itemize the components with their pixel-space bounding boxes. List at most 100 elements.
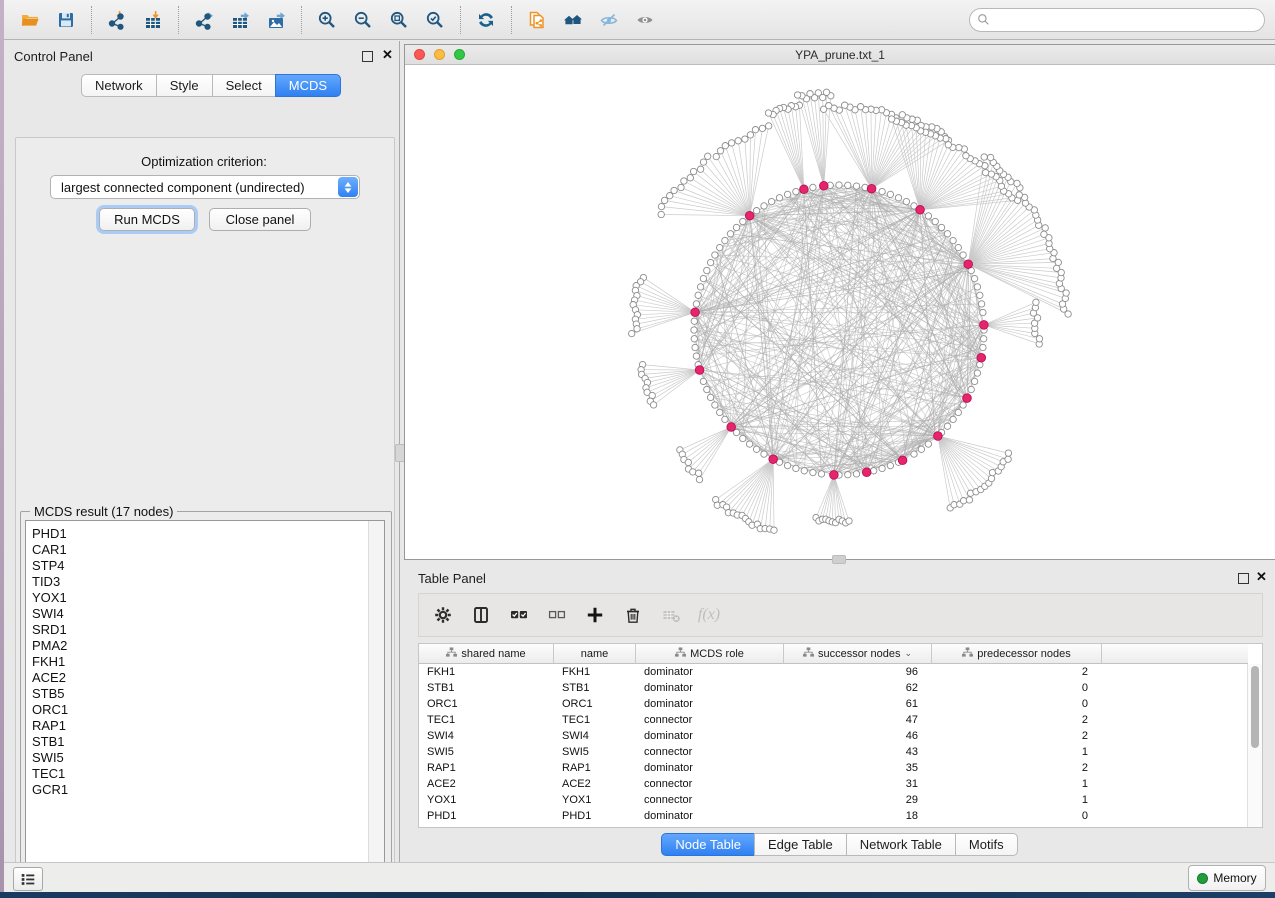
graph-node[interactable] xyxy=(842,102,848,108)
table-row[interactable]: RAP1RAP1dominator352 xyxy=(419,760,1248,776)
tab-network-table[interactable]: Network Table xyxy=(846,833,956,856)
graph-node[interactable] xyxy=(820,106,826,112)
cell[interactable]: TEC1 xyxy=(419,714,554,726)
cell[interactable]: YOX1 xyxy=(419,794,554,806)
table-row[interactable]: PHD1PHD1dominator180 xyxy=(419,808,1248,824)
window-splitter-grip[interactable] xyxy=(832,555,846,564)
graph-hub-node[interactable] xyxy=(977,353,986,362)
mcds-list-scrollbar[interactable] xyxy=(368,521,384,871)
float-panel-icon[interactable] xyxy=(362,51,373,62)
graph-node[interactable] xyxy=(1014,180,1020,186)
cell[interactable]: 43 xyxy=(784,746,932,758)
graph-node[interactable] xyxy=(722,237,728,243)
cell[interactable]: SWI4 xyxy=(554,730,636,742)
network-window-titlebar[interactable]: YPA_prune.txt_1 xyxy=(405,45,1275,65)
first-neighbors-icon[interactable] xyxy=(555,4,591,36)
cell[interactable]: TEC1 xyxy=(554,714,636,726)
graph-node[interactable] xyxy=(981,336,987,342)
graph-hub-node[interactable] xyxy=(934,432,943,441)
mcds-result-list[interactable]: PHD1CAR1STP4TID3YOX1SWI4SRD1PMA2FKH1ACE2… xyxy=(25,520,385,872)
graph-node[interactable] xyxy=(978,301,984,307)
graph-node[interactable] xyxy=(697,284,703,290)
cell[interactable]: ORC1 xyxy=(554,698,636,710)
graph-node[interactable] xyxy=(987,154,993,160)
graph-node[interactable] xyxy=(690,469,696,475)
table-options-gear-icon[interactable] xyxy=(429,599,457,631)
cell[interactable]: STB1 xyxy=(419,682,554,694)
cell[interactable]: connector xyxy=(636,778,784,790)
graph-node[interactable] xyxy=(925,213,931,219)
graph-node[interactable] xyxy=(747,132,753,138)
graph-node[interactable] xyxy=(784,191,790,197)
tab-network[interactable]: Network xyxy=(81,74,157,97)
graph-hub-node[interactable] xyxy=(898,456,907,465)
save-session-icon[interactable] xyxy=(48,4,84,36)
graph-node[interactable] xyxy=(982,169,988,175)
hide-selected-icon[interactable] xyxy=(591,4,627,36)
graph-node[interactable] xyxy=(707,394,713,400)
graph-node[interactable] xyxy=(818,471,824,477)
graph-node[interactable] xyxy=(903,198,909,204)
graph-node[interactable] xyxy=(971,378,977,384)
graph-node[interactable] xyxy=(871,468,877,474)
graph-node[interactable] xyxy=(981,154,987,160)
graph-node[interactable] xyxy=(717,244,723,250)
graph-node[interactable] xyxy=(1053,265,1059,271)
tab-select[interactable]: Select xyxy=(212,74,276,97)
table-row[interactable]: YOX1YOX1connector291 xyxy=(419,792,1248,808)
cell[interactable]: YOX1 xyxy=(554,794,636,806)
cell[interactable]: 2 xyxy=(932,730,1102,742)
graph-node[interactable] xyxy=(728,140,734,146)
graph-node[interactable] xyxy=(692,344,698,350)
graph-node[interactable] xyxy=(1036,336,1042,342)
cell[interactable]: RAP1 xyxy=(554,762,636,774)
graph-node[interactable] xyxy=(691,327,697,333)
graph-node[interactable] xyxy=(650,402,656,408)
cell[interactable]: 62 xyxy=(784,682,932,694)
graph-node[interactable] xyxy=(960,402,966,408)
graph-node[interactable] xyxy=(661,197,667,203)
graph-node[interactable] xyxy=(944,423,950,429)
cell[interactable]: ACE2 xyxy=(554,778,636,790)
graph-node[interactable] xyxy=(713,153,719,159)
zoom-fit-icon[interactable] xyxy=(381,4,417,36)
graph-node[interactable] xyxy=(707,259,713,265)
cell[interactable]: 1 xyxy=(932,794,1102,806)
open-session-icon[interactable] xyxy=(12,4,48,36)
cell[interactable]: dominator xyxy=(636,810,784,822)
search-input[interactable] xyxy=(969,8,1265,32)
graph-hub-node[interactable] xyxy=(820,182,829,191)
cell[interactable]: dominator xyxy=(636,698,784,710)
graph-node[interactable] xyxy=(690,168,696,174)
graph-node[interactable] xyxy=(759,125,765,131)
graph-node[interactable] xyxy=(695,292,701,298)
cell[interactable]: RAP1 xyxy=(419,762,554,774)
criterion-dropdown[interactable]: largest connected component (undirected) xyxy=(50,175,360,199)
zoom-in-icon[interactable] xyxy=(309,4,345,36)
cell[interactable]: PHD1 xyxy=(554,810,636,822)
tab-mcds[interactable]: MCDS xyxy=(275,74,341,97)
graph-node[interactable] xyxy=(727,231,733,237)
graph-node[interactable] xyxy=(845,182,851,188)
clone-network-icon[interactable] xyxy=(519,4,555,36)
cell[interactable]: dominator xyxy=(636,762,784,774)
graph-node[interactable] xyxy=(853,183,859,189)
graph-node[interactable] xyxy=(977,362,983,368)
graph-node[interactable] xyxy=(717,148,723,154)
graph-hub-node[interactable] xyxy=(695,366,704,375)
cell[interactable]: 35 xyxy=(784,762,932,774)
column-header-successor-nodes[interactable]: successor nodes⌄ xyxy=(784,644,932,664)
show-columns-icon[interactable] xyxy=(467,599,495,631)
graph-node[interactable] xyxy=(1005,456,1011,462)
select-all-icon[interactable] xyxy=(505,599,533,631)
table-row[interactable]: SWI5SWI5connector431 xyxy=(419,744,1248,760)
graph-node[interactable] xyxy=(945,142,951,148)
cell[interactable]: connector xyxy=(636,714,784,726)
graph-node[interactable] xyxy=(794,92,800,98)
add-column-icon[interactable] xyxy=(581,599,609,631)
cell[interactable]: 47 xyxy=(784,714,932,726)
graph-node[interactable] xyxy=(722,416,728,422)
import-network-icon[interactable] xyxy=(99,4,135,36)
graph-node[interactable] xyxy=(980,344,986,350)
export-image-icon[interactable] xyxy=(258,4,294,36)
